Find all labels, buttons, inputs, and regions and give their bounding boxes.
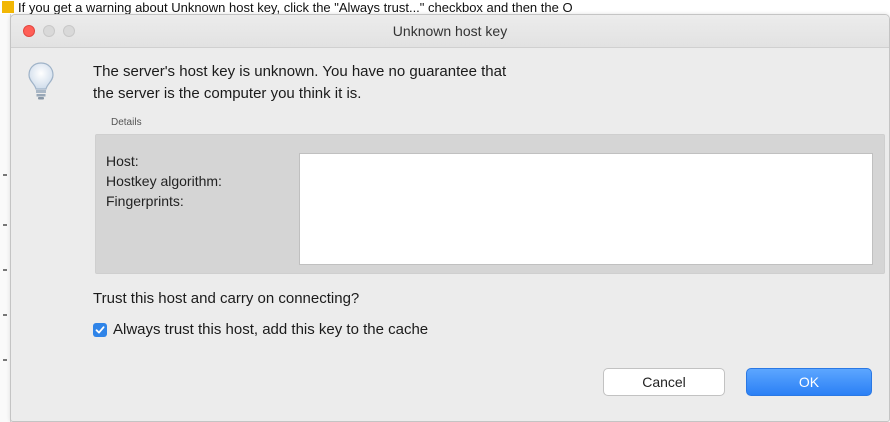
edge-tick <box>3 224 7 226</box>
checkmark-icon <box>95 325 105 333</box>
window-controls <box>23 25 75 37</box>
caption-text: If you get a warning about Unknown host … <box>18 0 573 14</box>
warning-message: The server's host key is unknown. You ha… <box>93 61 506 105</box>
window-title: Unknown host key <box>392 23 508 39</box>
cancel-button[interactable]: Cancel <box>603 368 725 396</box>
zoom-window-button[interactable] <box>63 25 75 37</box>
always-trust-label[interactable]: Always trust this host, add this key to … <box>113 321 428 338</box>
edge-tick <box>3 269 7 271</box>
always-trust-checkbox[interactable] <box>93 322 107 337</box>
edge-tick <box>3 359 7 361</box>
instruction-caption: If you get a warning about Unknown host … <box>0 0 890 14</box>
minimize-window-button[interactable] <box>43 25 55 37</box>
trust-question: Trust this host and carry on connecting? <box>93 290 360 307</box>
details-values-field[interactable] <box>299 153 873 265</box>
page: If you get a warning about Unknown host … <box>0 0 890 422</box>
close-window-button[interactable] <box>23 25 35 37</box>
message-line: the server is the computer you think it … <box>93 85 362 102</box>
details-heading: Details <box>111 117 142 128</box>
hostkey-algorithm-label: Hostkey algorithm: <box>106 173 222 189</box>
lightbulb-icon <box>28 62 54 100</box>
warning-icon <box>2 1 14 13</box>
fingerprints-label: Fingerprints: <box>106 193 184 209</box>
details-panel: Host: Hostkey algorithm: Fingerprints: <box>95 134 885 274</box>
details-labels: Host: Hostkey algorithm: Fingerprints: <box>106 151 222 211</box>
always-trust-row[interactable]: Always trust this host, add this key to … <box>93 321 428 338</box>
message-line: The server's host key is unknown. You ha… <box>93 63 507 80</box>
titlebar: Unknown host key <box>11 15 889 48</box>
edge-tick <box>3 314 7 316</box>
edge-tick <box>3 174 7 176</box>
host-label: Host: <box>106 153 139 169</box>
ok-button[interactable]: OK <box>746 368 872 396</box>
unknown-host-key-dialog: Unknown host key The server's host key i… <box>10 14 890 422</box>
